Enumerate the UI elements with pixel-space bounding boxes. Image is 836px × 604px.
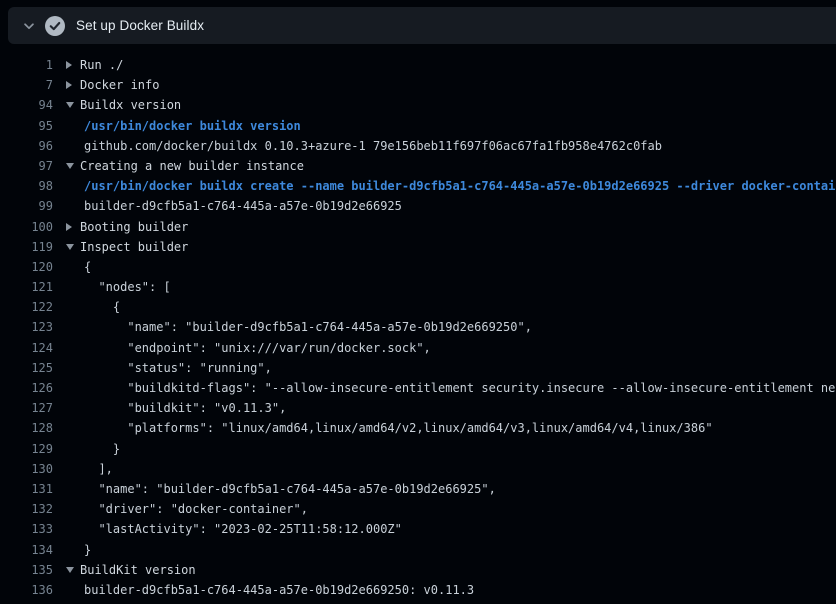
log-line: 128 "platforms": "linux/amd64,linux/amd6…: [0, 418, 836, 438]
step-header[interactable]: Set up Docker Buildx: [8, 7, 836, 44]
group-expanded-arrow-icon[interactable]: [66, 163, 80, 169]
line-number[interactable]: 97: [0, 156, 53, 176]
output-text: "name": "builder-d9cfb5a1-c764-445a-a57e…: [66, 479, 496, 499]
line-number[interactable]: 132: [0, 499, 53, 519]
output-text: "lastActivity": "2023-02-25T11:58:12.000…: [66, 519, 402, 539]
line-number[interactable]: 119: [0, 237, 53, 257]
log-line: 95/usr/bin/docker buildx version: [0, 116, 836, 136]
output-text: builder-d9cfb5a1-c764-445a-a57e-0b19d2e6…: [66, 196, 402, 216]
group-title[interactable]: Creating a new builder instance: [80, 156, 304, 176]
line-number[interactable]: 128: [0, 418, 53, 438]
log-line: 7 Docker info: [0, 75, 836, 95]
line-number[interactable]: 120: [0, 257, 53, 277]
log-line: 100 Booting builder: [0, 217, 836, 237]
output-text: "status": "running",: [66, 358, 272, 378]
line-number[interactable]: 100: [0, 217, 53, 237]
check-circle-icon: [45, 16, 65, 36]
log-line: 129 }: [0, 439, 836, 459]
output-text: ],: [66, 459, 113, 479]
log-line: 126 "buildkitd-flags": "--allow-insecure…: [0, 378, 836, 398]
output-text: {: [66, 257, 91, 277]
output-text: "platforms": "linux/amd64,linux/amd64/v2…: [66, 418, 713, 438]
line-number[interactable]: 121: [0, 277, 53, 297]
output-text: "buildkitd-flags": "--allow-insecure-ent…: [66, 378, 836, 398]
group-collapsed-arrow-icon[interactable]: [66, 61, 80, 69]
line-number[interactable]: 122: [0, 297, 53, 317]
group-title[interactable]: Run ./: [80, 55, 123, 75]
log-line: 121 "nodes": [: [0, 277, 836, 297]
chevron-down-icon[interactable]: [22, 19, 36, 33]
log-line: 96 github.com/docker/buildx 0.10.3+azure-…: [0, 136, 836, 156]
log-line: 135 BuildKit version: [0, 560, 836, 580]
log-line: 127 "buildkit": "v0.11.3",: [0, 398, 836, 418]
log-line: 97 Creating a new builder instance: [0, 156, 836, 176]
log-line: 120 {: [0, 257, 836, 277]
group-expanded-arrow-icon[interactable]: [66, 567, 80, 573]
output-text: }: [66, 540, 91, 560]
line-number[interactable]: 135: [0, 560, 53, 580]
log-line: 124 "endpoint": "unix:///var/run/docker.…: [0, 338, 836, 358]
line-number[interactable]: 127: [0, 398, 53, 418]
output-text: github.com/docker/buildx 0.10.3+azure-1 …: [66, 136, 662, 156]
output-text: }: [66, 439, 120, 459]
group-collapsed-arrow-icon[interactable]: [66, 223, 80, 231]
group-title[interactable]: BuildKit version: [80, 560, 196, 580]
group-expanded-arrow-icon[interactable]: [66, 244, 80, 250]
output-text: "name": "builder-d9cfb5a1-c764-445a-a57e…: [66, 317, 532, 337]
log-line: 99 builder-d9cfb5a1-c764-445a-a57e-0b19d2…: [0, 196, 836, 216]
log-line: 125 "status": "running",: [0, 358, 836, 378]
group-title[interactable]: Buildx version: [80, 95, 181, 115]
command-text: /usr/bin/docker buildx create --name bui…: [66, 176, 836, 196]
log-line: 119 Inspect builder: [0, 237, 836, 257]
group-title[interactable]: Booting builder: [80, 217, 188, 237]
line-number[interactable]: 134: [0, 540, 53, 560]
group-expanded-arrow-icon[interactable]: [66, 102, 80, 108]
log-line: 133 "lastActivity": "2023-02-25T11:58:12…: [0, 519, 836, 539]
log-line: 130 ],: [0, 459, 836, 479]
output-text: "endpoint": "unix:///var/run/docker.sock…: [66, 338, 431, 358]
line-number[interactable]: 129: [0, 439, 53, 459]
log-line: 1 Run ./: [0, 55, 836, 75]
command-text: /usr/bin/docker buildx version: [66, 116, 301, 136]
output-text: "buildkit": "v0.11.3",: [66, 398, 286, 418]
log-line: 132 "driver": "docker-container",: [0, 499, 836, 519]
line-number[interactable]: 136: [0, 580, 53, 600]
line-number[interactable]: 125: [0, 358, 53, 378]
log-line: 94 Buildx version: [0, 95, 836, 115]
group-title[interactable]: Inspect builder: [80, 237, 188, 257]
line-number[interactable]: 124: [0, 338, 53, 358]
group-title[interactable]: Docker info: [80, 75, 159, 95]
line-number[interactable]: 1: [0, 55, 53, 75]
log-line: 134}: [0, 540, 836, 560]
output-text: "driver": "docker-container",: [66, 499, 308, 519]
output-text: "nodes": [: [66, 277, 171, 297]
line-number[interactable]: 96: [0, 136, 53, 156]
log-line: 123 "name": "builder-d9cfb5a1-c764-445a-…: [0, 317, 836, 337]
line-number[interactable]: 133: [0, 519, 53, 539]
line-number[interactable]: 95: [0, 116, 53, 136]
line-number[interactable]: 98: [0, 176, 53, 196]
line-number[interactable]: 123: [0, 317, 53, 337]
log-viewer: 1Run ./7Docker info94Buildx version95/us…: [0, 44, 836, 604]
line-number[interactable]: 126: [0, 378, 53, 398]
line-number[interactable]: 130: [0, 459, 53, 479]
log-line: 122 {: [0, 297, 836, 317]
log-line: 131 "name": "builder-d9cfb5a1-c764-445a-…: [0, 479, 836, 499]
log-line: 98/usr/bin/docker buildx create --name b…: [0, 176, 836, 196]
step-title: Set up Docker Buildx: [76, 18, 204, 33]
group-collapsed-arrow-icon[interactable]: [66, 81, 80, 89]
log-line: 136 builder-d9cfb5a1-c764-445a-a57e-0b19d…: [0, 580, 836, 600]
line-number[interactable]: 131: [0, 479, 53, 499]
output-text: builder-d9cfb5a1-c764-445a-a57e-0b19d2e6…: [66, 580, 474, 600]
output-text: {: [66, 297, 120, 317]
line-number[interactable]: 7: [0, 75, 53, 95]
line-number[interactable]: 99: [0, 196, 53, 216]
line-number[interactable]: 94: [0, 95, 53, 115]
